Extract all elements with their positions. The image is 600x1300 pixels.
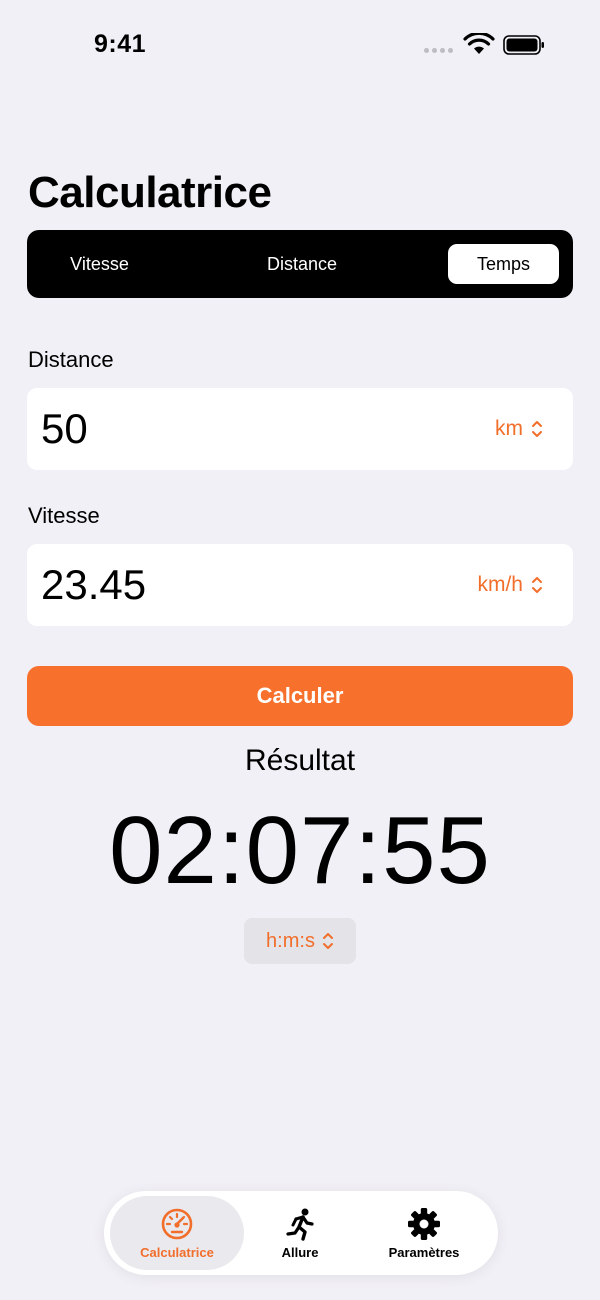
result-value: 02:07:55 <box>109 797 491 904</box>
result-format-label: h:m:s <box>266 929 315 952</box>
speed-unit-picker[interactable]: km/h <box>477 544 543 626</box>
result-format-picker[interactable]: h:m:s <box>244 918 356 964</box>
runner-icon <box>286 1208 314 1241</box>
segment-temps[interactable]: Temps <box>448 244 559 284</box>
tab-parametres-label: Paramètres <box>388 1244 460 1260</box>
speed-card: km/h <box>27 544 573 626</box>
distance-unit-picker[interactable]: km <box>495 388 543 470</box>
cellular-signal-icon <box>424 48 453 53</box>
gear-icon <box>408 1207 440 1240</box>
tab-allure[interactable]: Allure <box>252 1196 348 1270</box>
speed-input[interactable] <box>41 544 401 626</box>
chevron-up-down-icon <box>532 577 542 593</box>
tab-calculatrice-label: Calculatrice <box>140 1244 214 1260</box>
calculator-screen: 9:41 Calculatrice Vitesse Distance Temps… <box>0 0 600 1300</box>
distance-card: km <box>27 388 573 470</box>
distance-unit-label: km <box>495 417 523 440</box>
tab-bar: Calculatrice Allure Paramètres <box>104 1191 498 1275</box>
status-time: 9:41 <box>94 30 147 58</box>
chevron-up-down-icon <box>322 933 333 949</box>
segment-vitesse[interactable]: Vitesse <box>27 244 172 284</box>
wifi-icon <box>463 33 495 54</box>
segment-distance[interactable]: Distance <box>212 244 392 284</box>
battery-icon <box>503 35 544 55</box>
mode-segmented-control: Vitesse Distance Temps <box>27 230 573 298</box>
speed-label: Vitesse <box>28 503 100 528</box>
tab-parametres[interactable]: Paramètres <box>364 1196 484 1270</box>
tab-calculatrice[interactable]: Calculatrice <box>110 1196 244 1270</box>
distance-input[interactable] <box>41 388 401 470</box>
distance-label: Distance <box>28 347 114 372</box>
tab-allure-label: Allure <box>281 1244 319 1260</box>
page-title: Calculatrice <box>28 168 272 217</box>
chevron-up-down-icon <box>532 421 542 437</box>
speedometer-icon <box>161 1208 193 1239</box>
speed-unit-label: km/h <box>477 573 523 596</box>
calculate-button[interactable]: Calculer <box>27 666 573 726</box>
result-label: Résultat <box>244 744 356 777</box>
